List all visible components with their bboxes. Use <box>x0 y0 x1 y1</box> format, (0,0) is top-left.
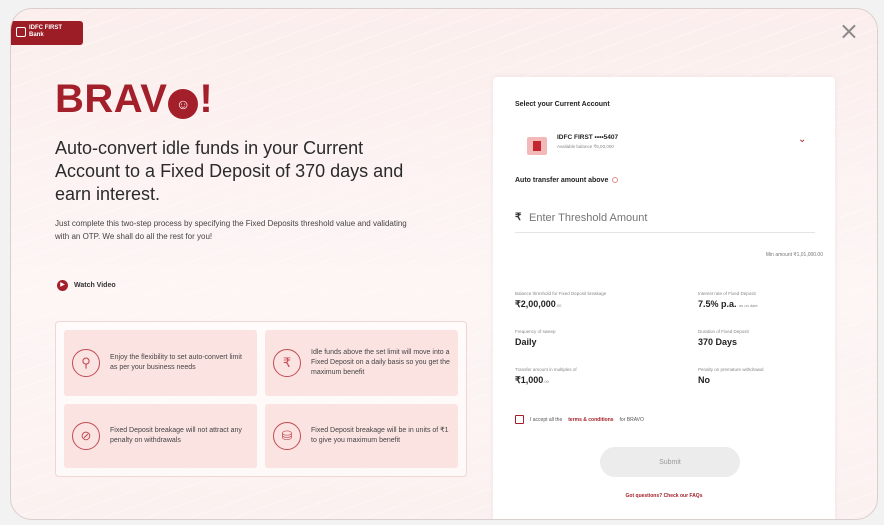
stat-value: ₹2,00,000.00 <box>515 299 606 310</box>
bravo-title: BRAV ☺! <box>55 77 213 122</box>
auto-transfer-text: Auto transfer amount above <box>515 177 609 184</box>
stat-value-suffix: as on date <box>739 303 758 308</box>
benefit-text: Idle funds above the set limit will move… <box>311 349 450 376</box>
stat-balance-threshold: Balance threshold for Fixed Deposit brea… <box>515 291 606 310</box>
flexibility-icon: ⚲ <box>72 349 100 377</box>
watch-video-button[interactable]: ▶ Watch Video <box>57 280 116 291</box>
benefit-card: ⊘ Fixed Deposit breakage will not attrac… <box>64 404 257 468</box>
stat-sweep-frequency: Frequency of sweep Daily <box>515 329 556 347</box>
account-icon <box>527 137 547 155</box>
benefit-text: Fixed Deposit breakage will be in units … <box>311 427 449 444</box>
threshold-amount-input[interactable] <box>515 203 815 233</box>
money-bag-icon: ₹ <box>273 349 301 377</box>
min-amount-text: Min amount ₹1,01,000.00 <box>765 252 823 258</box>
account-subtext: Available balance ₹5,00,000 <box>557 144 614 149</box>
stat-interest-rate: Interest rate of Fixed Deposit 7.5% p.a. … <box>698 291 758 309</box>
stat-label: Balance threshold for Fixed Deposit brea… <box>515 291 607 296</box>
stat-label: Penalty on premature withdrawal <box>698 367 764 372</box>
logo-mark-icon <box>16 27 26 37</box>
close-icon[interactable]: × <box>839 17 859 45</box>
play-icon: ▶ <box>57 280 68 291</box>
faq-link[interactable]: Got questions? Check our FAQs <box>493 493 835 499</box>
benefits-grid: ⚲ Enjoy the flexibility to set auto-conv… <box>55 321 467 477</box>
benefit-text: Fixed Deposit breakage will not attract … <box>110 427 242 444</box>
select-account-label: Select your Current Account <box>515 101 610 108</box>
stat-value: ₹1,000.00 <box>515 375 577 386</box>
stat-label: Transfer amount in multiples of <box>515 367 577 372</box>
stat-value-suffix: .00 <box>555 303 562 308</box>
terms-link[interactable]: terms & conditions <box>568 417 613 423</box>
info-icon[interactable] <box>612 177 619 183</box>
benefit-card: ₹ Idle funds above the set limit will mo… <box>265 330 458 396</box>
stat-value-main: ₹1,000 <box>515 375 544 385</box>
bravo-modal: IDFC FIRST Bank × BRAV ☺! Auto-convert id… <box>10 8 878 520</box>
logo-text: IDFC FIRST Bank <box>29 25 62 38</box>
auto-transfer-label: Auto transfer amount above <box>515 177 619 184</box>
submit-button[interactable]: Submit <box>600 447 740 477</box>
benefit-card: ⛁ Fixed Deposit breakage will be in unit… <box>265 404 458 468</box>
stat-value-main: 7.5% p.a. <box>698 299 737 309</box>
headline: Auto-convert idle funds in your Current … <box>55 138 404 204</box>
stat-value: 7.5% p.a. as on date <box>698 299 758 309</box>
bravo-o-icon: ☺ <box>168 89 199 119</box>
stat-value-main: ₹2,00,000 <box>515 299 556 309</box>
account-name[interactable]: IDFC FIRST ••••5407 <box>557 134 618 141</box>
terms-row: I accept all the terms & conditions for … <box>515 415 644 424</box>
terms-post: for BRAVO <box>619 416 644 423</box>
bank-logo: IDFC FIRST Bank <box>11 21 83 45</box>
setup-form-panel: Select your Current Account IDFC FIRST •… <box>493 77 835 519</box>
stat-value: No <box>698 375 710 385</box>
terms-checkbox[interactable] <box>515 415 524 424</box>
benefit-text: Enjoy the flexibility to set auto-conver… <box>110 354 242 371</box>
coins-icon: ⛁ <box>273 422 301 450</box>
brand-post: ! <box>199 77 214 121</box>
stat-label: Frequency of sweep <box>515 329 556 334</box>
stat-value: 370 Days <box>698 337 738 347</box>
stat-transfer-multiples: Transfer amount in multiples of ₹1,000.00 <box>515 367 577 386</box>
watch-video-label: Watch Video <box>74 282 116 289</box>
terms-pre: I accept all the <box>530 416 563 423</box>
stat-value-suffix: .00 <box>543 379 549 384</box>
subtext: Just complete this two-step process by s… <box>55 219 407 241</box>
stat-penalty: Penalty on premature withdrawal No <box>698 367 764 385</box>
stat-label: Interest rate of Fixed Deposit <box>698 291 756 296</box>
benefit-card: ⚲ Enjoy the flexibility to set auto-conv… <box>64 330 257 396</box>
no-penalty-icon: ⊘ <box>72 422 100 450</box>
chevron-down-icon[interactable]: ⌄ <box>798 134 806 145</box>
stat-label: Duration of Fixed Deposit <box>698 329 749 334</box>
brand-pre: BRAV <box>55 77 168 121</box>
stat-fd-duration: Duration of Fixed Deposit 370 Days <box>698 329 749 347</box>
stat-value: Daily <box>515 337 537 347</box>
